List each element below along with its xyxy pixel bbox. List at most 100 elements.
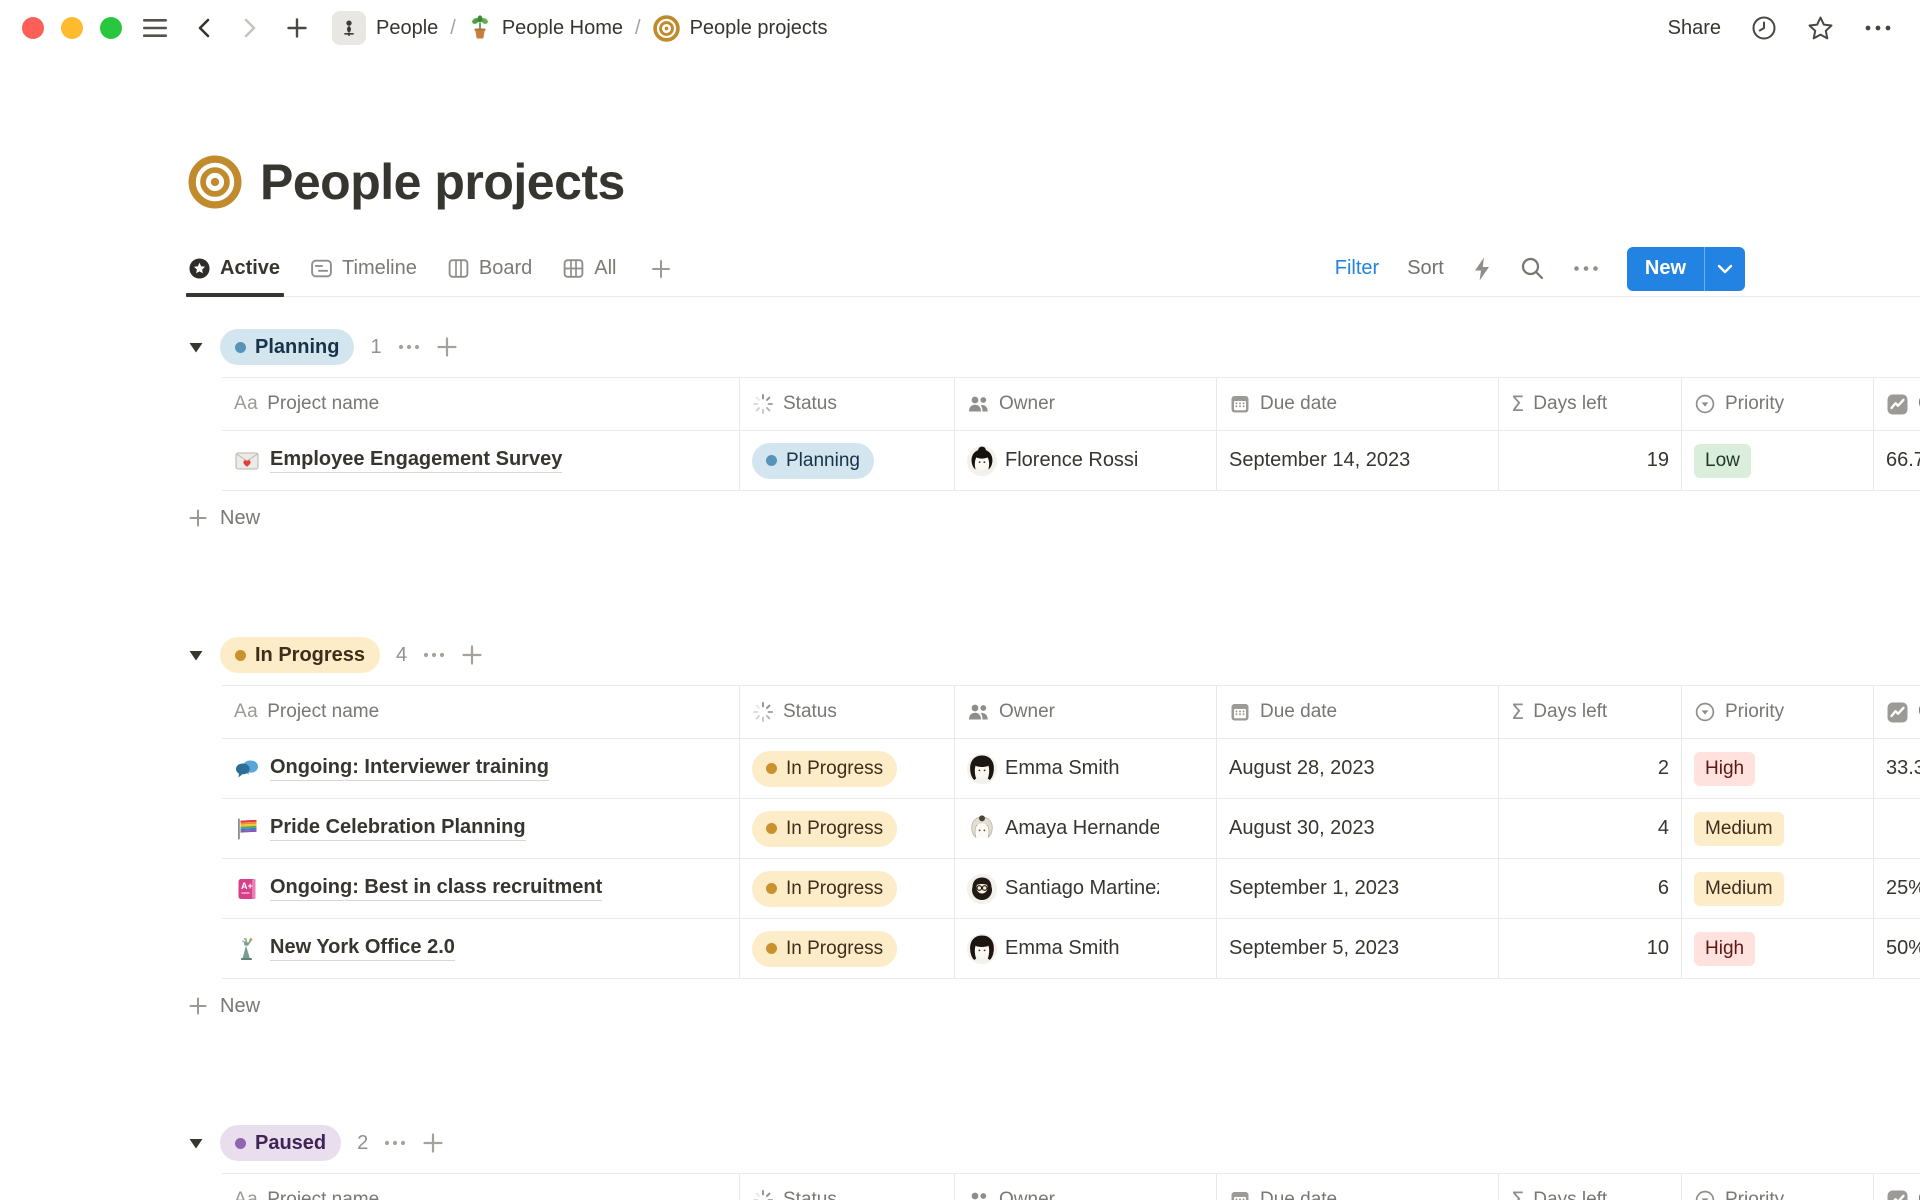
project-name-cell[interactable]: Employee Engagement Survey	[222, 431, 739, 490]
collapse-triangle-icon[interactable]	[188, 341, 204, 354]
updates-clock-icon[interactable]	[1751, 15, 1777, 41]
column-header-priority[interactable]: Priority	[1681, 1174, 1873, 1200]
project-link[interactable]: Pride Celebration Planning	[270, 816, 526, 841]
column-header-owner[interactable]: Owner	[954, 378, 1216, 430]
column-header-days-left[interactable]: Σ Days left	[1498, 686, 1681, 738]
priority-badge[interactable]: Medium	[1694, 872, 1784, 906]
priority-badge[interactable]: High	[1694, 932, 1755, 966]
priority-cell[interactable]: Medium	[1681, 859, 1873, 918]
completion-cell[interactable]: 25%	[1873, 859, 1920, 918]
close-window-button[interactable]	[22, 17, 44, 39]
group-add-icon[interactable]	[461, 644, 483, 666]
column-header-status[interactable]: Status	[739, 686, 954, 738]
column-header-project-name[interactable]: Aa Project name	[222, 378, 739, 430]
search-icon[interactable]	[1520, 256, 1545, 281]
priority-cell[interactable]: Medium	[1681, 799, 1873, 858]
breadcrumb-item-people-projects[interactable]: People projects	[690, 17, 828, 40]
group-tag[interactable]: Planning	[220, 329, 354, 365]
owner-cell[interactable]: Emma Smith	[954, 919, 1216, 978]
group-tag[interactable]: Paused	[220, 1125, 341, 1161]
new-row-button[interactable]: New	[188, 979, 1920, 1033]
sort-button[interactable]: Sort	[1407, 257, 1444, 280]
new-page-icon[interactable]	[286, 17, 308, 39]
completion-cell[interactable]: 66.7%	[1873, 431, 1920, 490]
column-header-owner[interactable]: Owner	[954, 686, 1216, 738]
priority-cell[interactable]: High	[1681, 919, 1873, 978]
project-name-cell[interactable]: A+ Ongoing: Best in class recruitment	[222, 859, 739, 918]
column-header-completion[interactable]: Completion	[1873, 1174, 1920, 1200]
status-cell[interactable]: In Progress	[739, 859, 954, 918]
due-date-cell[interactable]: September 1, 2023	[1216, 859, 1498, 918]
owner-cell[interactable]: Emma Smith	[954, 739, 1216, 798]
completion-cell[interactable]	[1873, 799, 1920, 858]
project-link[interactable]: New York Office 2.0	[270, 936, 455, 961]
tab-timeline[interactable]: Timeline	[310, 241, 417, 296]
project-name-cell[interactable]: Ongoing: Interviewer training	[222, 739, 739, 798]
due-date-cell[interactable]: August 28, 2023	[1216, 739, 1498, 798]
completion-cell[interactable]: 50%	[1873, 919, 1920, 978]
due-date-cell[interactable]: September 14, 2023	[1216, 431, 1498, 490]
status-cell[interactable]: In Progress	[739, 739, 954, 798]
status-cell[interactable]: In Progress	[739, 919, 954, 978]
status-badge[interactable]: In Progress	[752, 751, 897, 787]
status-badge[interactable]: In Progress	[752, 871, 897, 907]
owner-cell[interactable]: Amaya Hernandez	[954, 799, 1216, 858]
breadcrumb-item-people[interactable]: People	[376, 17, 438, 40]
favorite-star-icon[interactable]	[1807, 15, 1834, 41]
column-header-project-name[interactable]: Aa Project name	[222, 1174, 739, 1200]
status-cell[interactable]: In Progress	[739, 799, 954, 858]
filter-button[interactable]: Filter	[1335, 257, 1379, 280]
breadcrumb-item-people-home[interactable]: People Home	[502, 17, 623, 40]
chevron-down-icon[interactable]	[1704, 247, 1745, 291]
status-badge[interactable]: In Progress	[752, 811, 897, 847]
project-link[interactable]: Ongoing: Interviewer training	[270, 756, 549, 781]
status-badge[interactable]: In Progress	[752, 931, 897, 967]
forward-icon[interactable]	[240, 17, 260, 39]
days-left-cell[interactable]: 4	[1498, 799, 1681, 858]
workspace-icon[interactable]	[332, 11, 366, 45]
group-tag[interactable]: In Progress	[220, 637, 380, 673]
table-row[interactable]: Employee Engagement Survey Planning Flor…	[222, 431, 1920, 491]
group-options-icon[interactable]	[384, 1140, 406, 1146]
column-header-priority[interactable]: Priority	[1681, 378, 1873, 430]
tab-all[interactable]: All	[562, 241, 616, 296]
due-date-cell[interactable]: August 30, 2023	[1216, 799, 1498, 858]
priority-cell[interactable]: Low	[1681, 431, 1873, 490]
group-add-icon[interactable]	[436, 336, 458, 358]
back-icon[interactable]	[194, 17, 214, 39]
group-options-icon[interactable]	[423, 652, 445, 658]
column-header-priority[interactable]: Priority	[1681, 686, 1873, 738]
column-header-days-left[interactable]: Σ Days left	[1498, 1174, 1681, 1200]
days-left-cell[interactable]: 19	[1498, 431, 1681, 490]
project-link[interactable]: Employee Engagement Survey	[270, 448, 562, 473]
priority-badge[interactable]: High	[1694, 752, 1755, 786]
status-cell[interactable]: Planning	[739, 431, 954, 490]
view-options-icon[interactable]	[1573, 265, 1599, 272]
owner-cell[interactable]: Florence Rossi	[954, 431, 1216, 490]
project-name-cell[interactable]: Pride Celebration Planning	[222, 799, 739, 858]
zoom-window-button[interactable]	[100, 17, 122, 39]
minimize-window-button[interactable]	[61, 17, 83, 39]
table-row[interactable]: Pride Celebration Planning In Progress A…	[222, 799, 1920, 859]
column-header-due-date[interactable]: Due date	[1216, 1174, 1498, 1200]
collapse-triangle-icon[interactable]	[188, 1137, 204, 1150]
column-header-status[interactable]: Status	[739, 1174, 954, 1200]
new-record-button[interactable]: New	[1627, 247, 1745, 291]
column-header-days-left[interactable]: Σ Days left	[1498, 378, 1681, 430]
owner-cell[interactable]: Santiago Martinez	[954, 859, 1216, 918]
days-left-cell[interactable]: 6	[1498, 859, 1681, 918]
column-header-status[interactable]: Status	[739, 378, 954, 430]
status-badge[interactable]: Planning	[752, 443, 874, 479]
tab-active[interactable]: Active	[188, 241, 280, 296]
group-options-icon[interactable]	[398, 344, 420, 350]
page-target-icon[interactable]	[188, 155, 242, 209]
table-row[interactable]: A+ Ongoing: Best in class recruitment In…	[222, 859, 1920, 919]
days-left-cell[interactable]: 10	[1498, 919, 1681, 978]
days-left-cell[interactable]: 2	[1498, 739, 1681, 798]
column-header-due-date[interactable]: Due date	[1216, 686, 1498, 738]
priority-badge[interactable]: Medium	[1694, 812, 1784, 846]
column-header-completion[interactable]: Completion	[1873, 686, 1920, 738]
more-options-icon[interactable]	[1864, 24, 1892, 32]
share-button[interactable]: Share	[1668, 17, 1721, 40]
column-header-completion[interactable]: Completion	[1873, 378, 1920, 430]
